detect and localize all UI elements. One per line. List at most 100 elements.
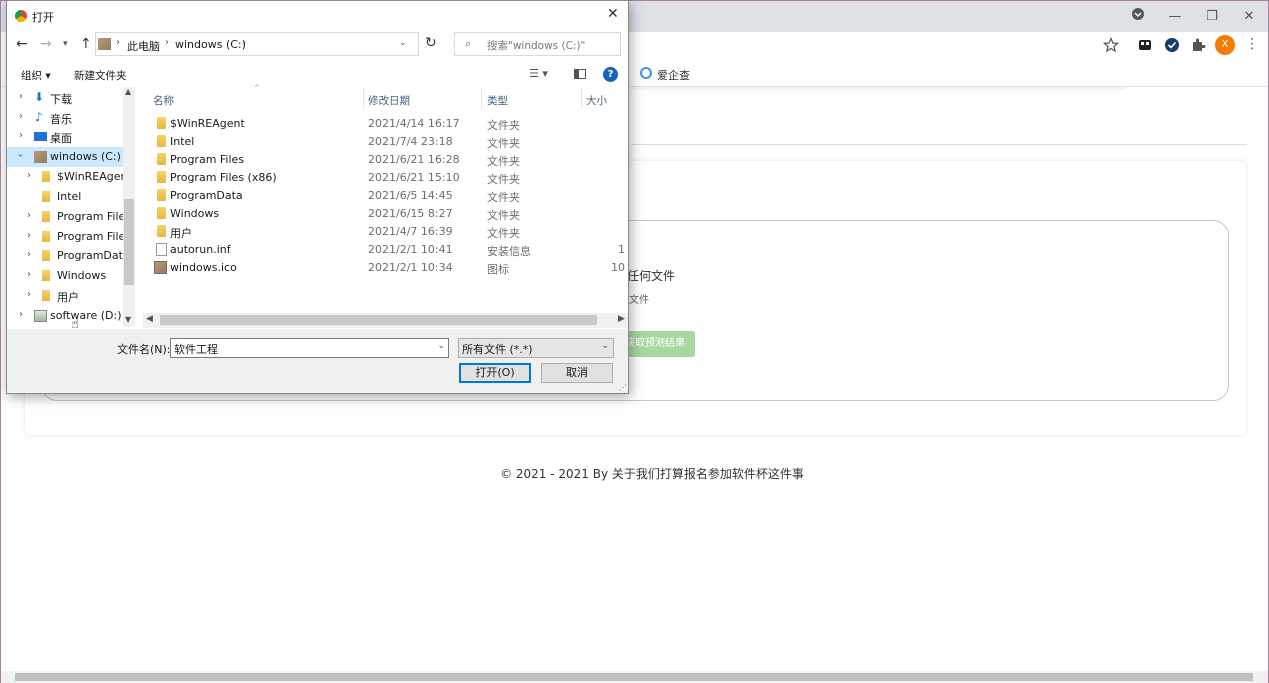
column-header-type[interactable]: 类型 xyxy=(487,93,508,108)
extensions-puzzle-icon[interactable] xyxy=(1190,37,1208,55)
close-window-icon[interactable]: ✕ xyxy=(1239,7,1259,27)
expand-chevron-icon[interactable]: › xyxy=(27,230,31,241)
nav-item-drive-d[interactable]: › software (D:) xyxy=(7,306,123,326)
file-row[interactable]: ProgramData 2021/6/5 14:45 文件夹 xyxy=(137,187,628,205)
expand-chevron-icon[interactable]: › xyxy=(27,210,31,221)
folder-icon xyxy=(157,171,166,183)
file-name: 用户 xyxy=(170,227,192,240)
expand-chevron-icon[interactable]: › xyxy=(27,170,31,181)
profile-menu-icon[interactable] xyxy=(1128,7,1148,27)
file-type-filter-select[interactable]: 所有文件 (*.*) ⌄ xyxy=(458,338,614,358)
column-divider[interactable] xyxy=(581,87,582,109)
nav-item-downloads[interactable]: › ⬇ 下载 xyxy=(7,88,123,108)
nav-item-folder[interactable]: › $WinREAgent xyxy=(7,167,132,187)
column-divider[interactable] xyxy=(363,87,364,109)
nav-item-music[interactable]: › ♪ 音乐 xyxy=(7,108,123,128)
minimize-icon[interactable]: — xyxy=(1165,7,1185,27)
file-row[interactable]: Windows 2021/6/15 8:27 文件夹 xyxy=(137,205,628,223)
scroll-down-icon[interactable]: ▼ xyxy=(125,315,131,324)
expand-chevron-icon[interactable]: › xyxy=(19,130,23,141)
file-name: ProgramData xyxy=(170,189,243,202)
chrome-logo-icon xyxy=(15,10,27,22)
file-type: 文件夹 xyxy=(487,209,520,222)
scroll-up-icon[interactable]: ▲ xyxy=(125,87,131,96)
menu-kebab-icon[interactable]: ⋮ xyxy=(1245,37,1263,55)
filename-input[interactable]: 软件工程 ⌄ xyxy=(170,338,449,358)
filename-dropdown-icon[interactable]: ⌄ xyxy=(437,341,445,351)
scroll-left-icon[interactable]: ◀ xyxy=(146,314,153,324)
nav-scroll-thumb[interactable] xyxy=(124,199,134,285)
breadcrumb-separator-icon: › xyxy=(116,37,120,48)
folder-icon xyxy=(157,207,166,219)
expand-chevron-icon[interactable]: › xyxy=(19,111,23,122)
file-row[interactable]: Program Files (x86) 2021/6/21 15:10 文件夹 xyxy=(137,169,628,187)
restore-icon[interactable]: ❐ xyxy=(1202,7,1222,27)
nav-item-drive-c[interactable]: › windows (C:) xyxy=(7,147,123,167)
predict-button[interactable]: 获取预测结果 xyxy=(621,331,695,357)
expand-chevron-icon[interactable]: › xyxy=(27,249,31,260)
search-input[interactable]: ⌕ 搜索"windows (C:)" xyxy=(454,32,621,56)
folder-icon xyxy=(157,153,166,165)
file-row[interactable]: autorun.inf 2021/2/1 10:41 安装信息 1 xyxy=(137,241,628,259)
file-name: Program Files (x86) xyxy=(170,171,277,184)
folder-icon xyxy=(157,135,166,147)
collapse-chevron-icon[interactable]: › xyxy=(15,154,26,158)
column-divider[interactable] xyxy=(481,87,482,109)
breadcrumb-item[interactable]: windows (C:) xyxy=(175,38,246,51)
extension-check-icon[interactable] xyxy=(1164,37,1182,55)
organize-menu-button[interactable]: 组织 ▾ xyxy=(21,68,51,83)
file-date: 2021/4/14 16:17 xyxy=(368,117,460,130)
file-row[interactable]: windows.ico 2021/2/1 10:34 图标 10 xyxy=(137,259,628,277)
resize-grip-icon[interactable]: ⋰ xyxy=(619,383,627,392)
nav-item-folder[interactable]: › Program Files xyxy=(7,227,131,247)
expand-chevron-icon[interactable]: › xyxy=(19,309,23,320)
up-arrow-icon[interactable]: ↑ xyxy=(80,36,92,52)
address-bar[interactable]: › 此电脑 › windows (C:) › ⌄ xyxy=(95,32,419,56)
file-list: ^ 名称 修改日期 类型 大小 $WinREAgent 2021/4/14 16… xyxy=(137,84,628,329)
file-row[interactable]: 用户 2021/4/7 16:39 文件夹 xyxy=(137,223,628,241)
nav-item-folder[interactable]: › Program Files xyxy=(7,207,131,227)
open-button[interactable]: 打开(O) xyxy=(459,363,531,383)
horizontal-scroll-thumb[interactable] xyxy=(15,673,1253,681)
file-row[interactable]: $WinREAgent 2021/4/14 16:17 文件夹 xyxy=(137,115,628,133)
back-arrow-icon[interactable]: ← xyxy=(16,36,28,52)
file-type: 文件夹 xyxy=(487,137,520,150)
refresh-icon[interactable]: ↻ xyxy=(425,35,437,51)
nav-item-folder[interactable]: › 用户 xyxy=(7,286,123,306)
recent-locations-chevron-icon[interactable]: ▾ xyxy=(63,39,68,49)
page-footer: © 2021 - 2021 By 关于我们打算报名参加软件杯这件事 xyxy=(500,467,804,481)
filter-dropdown-icon[interactable]: ⌄ xyxy=(601,341,609,351)
address-dropdown-icon[interactable]: ⌄ xyxy=(399,38,407,48)
column-header-name[interactable]: 名称 xyxy=(153,93,174,108)
folder-icon xyxy=(42,270,50,281)
file-row[interactable]: Intel 2021/7/4 23:18 文件夹 xyxy=(137,133,628,151)
view-options-icon[interactable]: ☰ ▾ xyxy=(529,67,548,80)
scroll-right-icon[interactable]: ▶ xyxy=(618,314,625,324)
extension-icon-1[interactable] xyxy=(1137,37,1155,55)
avatar[interactable]: X xyxy=(1215,35,1235,55)
bookmark-star-icon[interactable] xyxy=(1102,36,1121,55)
file-date: 2021/6/15 8:27 xyxy=(368,207,453,220)
close-icon[interactable]: ✕ xyxy=(607,6,619,22)
breadcrumb-item[interactable]: 此电脑 xyxy=(127,38,160,54)
file-row[interactable]: Program Files 2021/6/21 16:28 文件夹 xyxy=(137,151,628,169)
expand-chevron-icon[interactable]: › xyxy=(27,269,31,280)
cancel-button[interactable]: 取消 xyxy=(541,363,613,383)
nav-item-folder[interactable]: › ProgramData xyxy=(7,246,130,266)
preview-pane-icon[interactable] xyxy=(574,69,586,79)
nav-item-folder[interactable]: Intel xyxy=(7,187,123,207)
column-header-size[interactable]: 大小 xyxy=(586,93,607,108)
nav-item-folder[interactable]: › Windows xyxy=(7,266,123,286)
bookmark-item[interactable]: 爱企查 xyxy=(657,67,690,83)
new-folder-button[interactable]: 新建文件夹 xyxy=(74,68,127,83)
expand-chevron-icon[interactable]: › xyxy=(19,91,23,102)
file-list-scroll-thumb[interactable] xyxy=(160,315,597,325)
forward-arrow-icon[interactable]: → xyxy=(40,36,52,52)
file-size: 1 xyxy=(618,243,625,256)
help-icon[interactable]: ? xyxy=(603,67,618,82)
music-note-icon: ♪ xyxy=(35,110,43,124)
folder-icon xyxy=(42,231,50,242)
column-header-date[interactable]: 修改日期 xyxy=(368,93,410,108)
nav-item-desktop[interactable]: › 桌面 xyxy=(7,127,123,147)
expand-chevron-icon[interactable]: › xyxy=(27,289,31,300)
